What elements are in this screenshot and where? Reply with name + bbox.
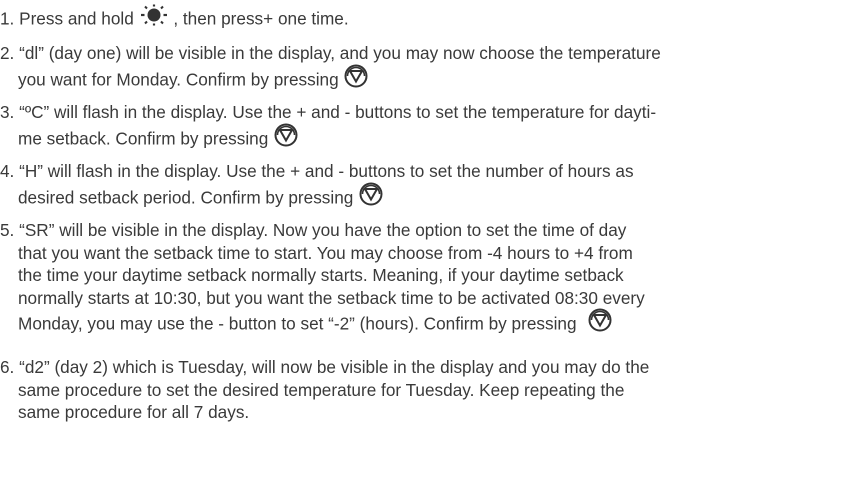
gear-icon [343, 63, 369, 95]
step-1-text-a: 1. Press and hold [0, 8, 134, 29]
step-3-line-1: 3. “ºC” will flash in the display. Use t… [0, 102, 657, 122]
step-5: 5. “SR” will be visible in the display. … [0, 219, 850, 334]
step-2-line-1: 2. “dl” (day one) will be visible in the… [0, 43, 661, 63]
sun-icon [139, 4, 169, 32]
step-4-line-1: 4. “H” will flash in the display. Use th… [0, 161, 634, 181]
step-6-line-1: 6. “d2” (day 2) which is Tuesday, will n… [0, 357, 650, 377]
step-1: 1. Press and hold , then press+ one time… [0, 4, 850, 32]
step-2-line-2: you want for Monday. Confirm by pressing [18, 68, 339, 89]
step-5-line-3: the time your daytime setback normally s… [18, 265, 624, 286]
step-3-line-2: me setback. Confirm by pressing [18, 127, 269, 148]
step-5-line-1: 5. “SR” will be visible in the display. … [0, 220, 627, 240]
step-6: 6. “d2” (day 2) which is Tuesday, will n… [0, 356, 850, 424]
step-2: 2. “dl” (day one) will be visible in the… [0, 42, 850, 89]
step-6-line-3: same procedure for all 7 days. [18, 402, 250, 423]
step-4: 4. “H” will flash in the display. Use th… [0, 160, 850, 207]
step-6-line-2: same procedure to set the desired temper… [18, 379, 625, 400]
step-3: 3. “ºC” will flash in the display. Use t… [0, 101, 850, 148]
step-5-line-5: Monday, you may use the - button to set … [18, 313, 577, 334]
gear-icon [587, 307, 613, 339]
step-1-text-b: , then press+ one time. [173, 8, 349, 29]
gear-icon [358, 181, 384, 213]
gear-icon [273, 122, 299, 154]
step-4-line-2: desired setback period. Confirm by press… [18, 186, 354, 207]
step-5-line-2: that you want the setback time to start.… [18, 242, 633, 263]
step-5-line-4: normally starts at 10:30, but you want t… [18, 287, 645, 308]
instruction-steps: 1. Press and hold , then press+ one time… [0, 0, 856, 489]
